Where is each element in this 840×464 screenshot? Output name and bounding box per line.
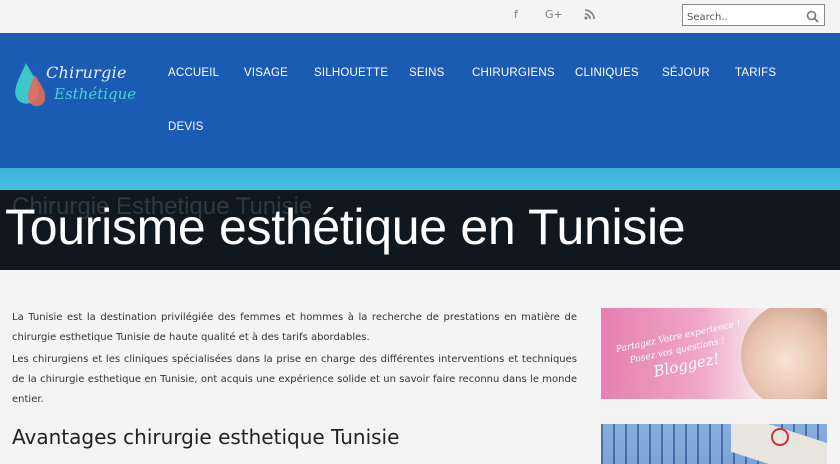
clinic-logo-icon [771,428,789,446]
nav-item-chirurgiens[interactable]: CHIRURGIENS [472,67,555,79]
nav-item-sejour[interactable]: SÉJOUR [662,67,710,79]
logo-text-line1: Chirurgie [46,63,127,82]
nav-item-seins[interactable]: SEINS [409,67,445,79]
nav-item-accueil[interactable]: ACCUEIL [168,67,219,79]
hero-banner: Chirurgie Esthetique Tunisie Tourisme es… [0,190,840,270]
nav-item-cliniques[interactable]: CLINIQUES [575,67,639,79]
woman-face-image [741,308,827,399]
article-body: La Tunisie est la destination privilégié… [12,308,577,415]
search-input[interactable] [683,7,806,28]
search-box [682,4,825,28]
facebook-icon[interactable]: f [514,8,518,21]
logo-drops-icon [15,63,46,107]
nav-item-visage[interactable]: VISAGE [244,67,288,79]
search-icon[interactable] [806,8,819,27]
nav-item-devis[interactable]: DEVIS [168,121,204,133]
site-logo[interactable]: Chirurgie Esthétique [14,58,144,113]
article-paragraph-1: La Tunisie est la destination privilégié… [12,312,577,343]
clinic-ad-banner[interactable] [601,424,827,464]
page-title: Tourisme esthétique en Tunisie [5,199,686,255]
nav-item-tarifs[interactable]: TARIFS [735,67,776,79]
blog-ad-banner[interactable]: Partagez Votre experience ! Posez vos qu… [601,308,827,399]
logo-text-line2: Esthétique [54,85,137,103]
article-paragraph-2: Les chirurgiens et les cliniques spécial… [12,354,577,405]
google-plus-icon[interactable]: G+ [545,8,563,21]
accent-strip [0,168,840,190]
nav-item-silhouette[interactable]: SILHOUETTE [314,67,388,79]
rss-icon[interactable] [584,9,595,23]
section-heading: Avantages chirurgie esthetique Tunisie [12,425,400,449]
top-bar: f G+ [0,0,840,33]
